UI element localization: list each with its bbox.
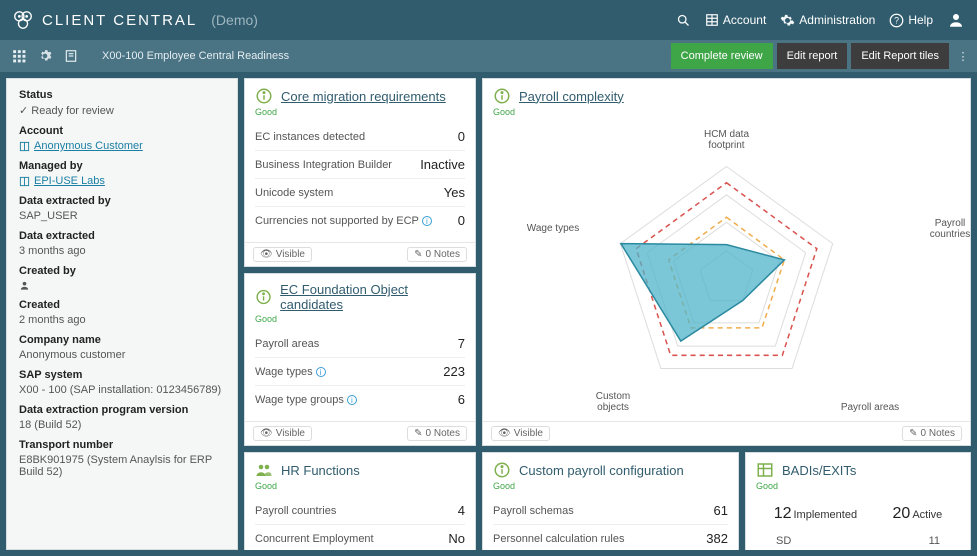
company-label: Company name	[19, 334, 225, 346]
edit-tiles-button[interactable]: Edit Report tiles	[851, 43, 949, 69]
account-label: Account	[19, 125, 225, 137]
visible-toggle[interactable]: 👁 Visible	[253, 426, 312, 441]
info-tooltip-icon[interactable]: i	[347, 395, 357, 405]
brand-icon	[12, 9, 34, 31]
status-good: Good	[483, 107, 970, 123]
notes-button[interactable]: ✎ 0 Notes	[407, 247, 467, 262]
ver-value: 18 (Build 52)	[19, 419, 225, 431]
table-icon	[756, 461, 774, 479]
notes-button[interactable]: ✎ 0 Notes	[407, 426, 467, 441]
extby-label: Data extracted by	[19, 195, 225, 207]
info-icon	[255, 87, 273, 105]
apps-icon[interactable]	[6, 40, 32, 72]
people-icon	[255, 461, 273, 479]
created-label: Created	[19, 299, 225, 311]
managed-label: Managed by	[19, 160, 225, 172]
visible-toggle[interactable]: 👁 Visible	[491, 426, 550, 441]
panel-custom-payroll: Custom payroll configuration Good Payrol…	[482, 452, 739, 550]
panel-title[interactable]: EC Foundation Object candidates	[280, 282, 465, 312]
panel-hr-functions: HR Functions Good Payroll countries4 Con…	[244, 452, 476, 550]
extby-value: SAP_USER	[19, 210, 225, 222]
radar-chart: HCM data footprint Payroll countries Pay…	[483, 123, 970, 421]
trans-value: E8BK901975 (System Anaylsis for ERP Buil…	[19, 454, 225, 478]
help-link[interactable]: ?Help	[889, 13, 933, 28]
account-link[interactable]: Account	[705, 13, 766, 27]
brand-logo: CLIENT CENTRAL (Demo)	[12, 9, 258, 31]
created-value: 2 months ago	[19, 314, 225, 326]
status-good: Good	[483, 481, 738, 497]
search-icon[interactable]	[676, 13, 691, 28]
edit-report-button[interactable]: Edit report	[777, 43, 848, 69]
info-sidebar: Status ✓ Ready for review Account Anonym…	[6, 78, 238, 550]
ver-label: Data extraction program version	[19, 404, 225, 416]
status-label: Status	[19, 89, 225, 101]
info-tooltip-icon[interactable]: i	[422, 216, 432, 226]
panel-core-migration: Core migration requirements Good EC inst…	[244, 78, 476, 267]
ext-label: Data extracted	[19, 230, 225, 242]
company-value: Anonymous customer	[19, 349, 225, 361]
status-good: Good	[245, 481, 475, 497]
more-menu-icon[interactable]: ⋮	[949, 40, 977, 72]
status-good: Good	[245, 314, 475, 330]
user-icon[interactable]	[947, 11, 965, 29]
panel-payroll-complexity: Payroll complexity Good	[482, 78, 971, 446]
brand-text: CLIENT CENTRAL	[42, 12, 197, 29]
admin-link[interactable]: Administration	[780, 13, 875, 28]
status-value: ✓ Ready for review	[19, 104, 225, 117]
createdby-value	[19, 280, 225, 291]
panel-title: Custom payroll configuration	[519, 463, 684, 478]
info-tooltip-icon[interactable]: i	[316, 367, 326, 377]
account-link-sb[interactable]: Anonymous Customer	[19, 140, 225, 152]
notes-button[interactable]: ✎ 0 Notes	[902, 426, 962, 441]
panel-title[interactable]: Core migration requirements	[281, 89, 446, 104]
panel-title: HR Functions	[281, 463, 360, 478]
status-good: Good	[245, 107, 475, 123]
demo-tag: (Demo)	[211, 12, 258, 28]
svg-text:?: ?	[894, 15, 899, 25]
ext-value: 3 months ago	[19, 245, 225, 257]
complete-review-button[interactable]: Complete review	[671, 43, 773, 69]
status-good: Good	[746, 481, 970, 497]
trans-label: Transport number	[19, 439, 225, 451]
sap-value: X00 - 100 (SAP installation: 0123456789)	[19, 384, 225, 396]
panel-title[interactable]: Payroll complexity	[519, 89, 624, 104]
info-icon	[493, 461, 511, 479]
sap-label: SAP system	[19, 369, 225, 381]
breadcrumb: X00-100 Employee Central Readiness	[84, 40, 303, 72]
createdby-label: Created by	[19, 265, 225, 277]
panel-title: BADIs/EXITs	[782, 463, 856, 478]
info-icon	[493, 87, 511, 105]
panel-ec-foundation: EC Foundation Object candidates Good Pay…	[244, 273, 476, 446]
info-icon	[255, 288, 272, 306]
panel-badis-exits: BADIs/EXITs Good 12Implemented 20Active …	[745, 452, 971, 550]
visible-toggle[interactable]: 👁 Visible	[253, 247, 312, 262]
managed-link[interactable]: EPI-USE Labs	[19, 175, 225, 187]
